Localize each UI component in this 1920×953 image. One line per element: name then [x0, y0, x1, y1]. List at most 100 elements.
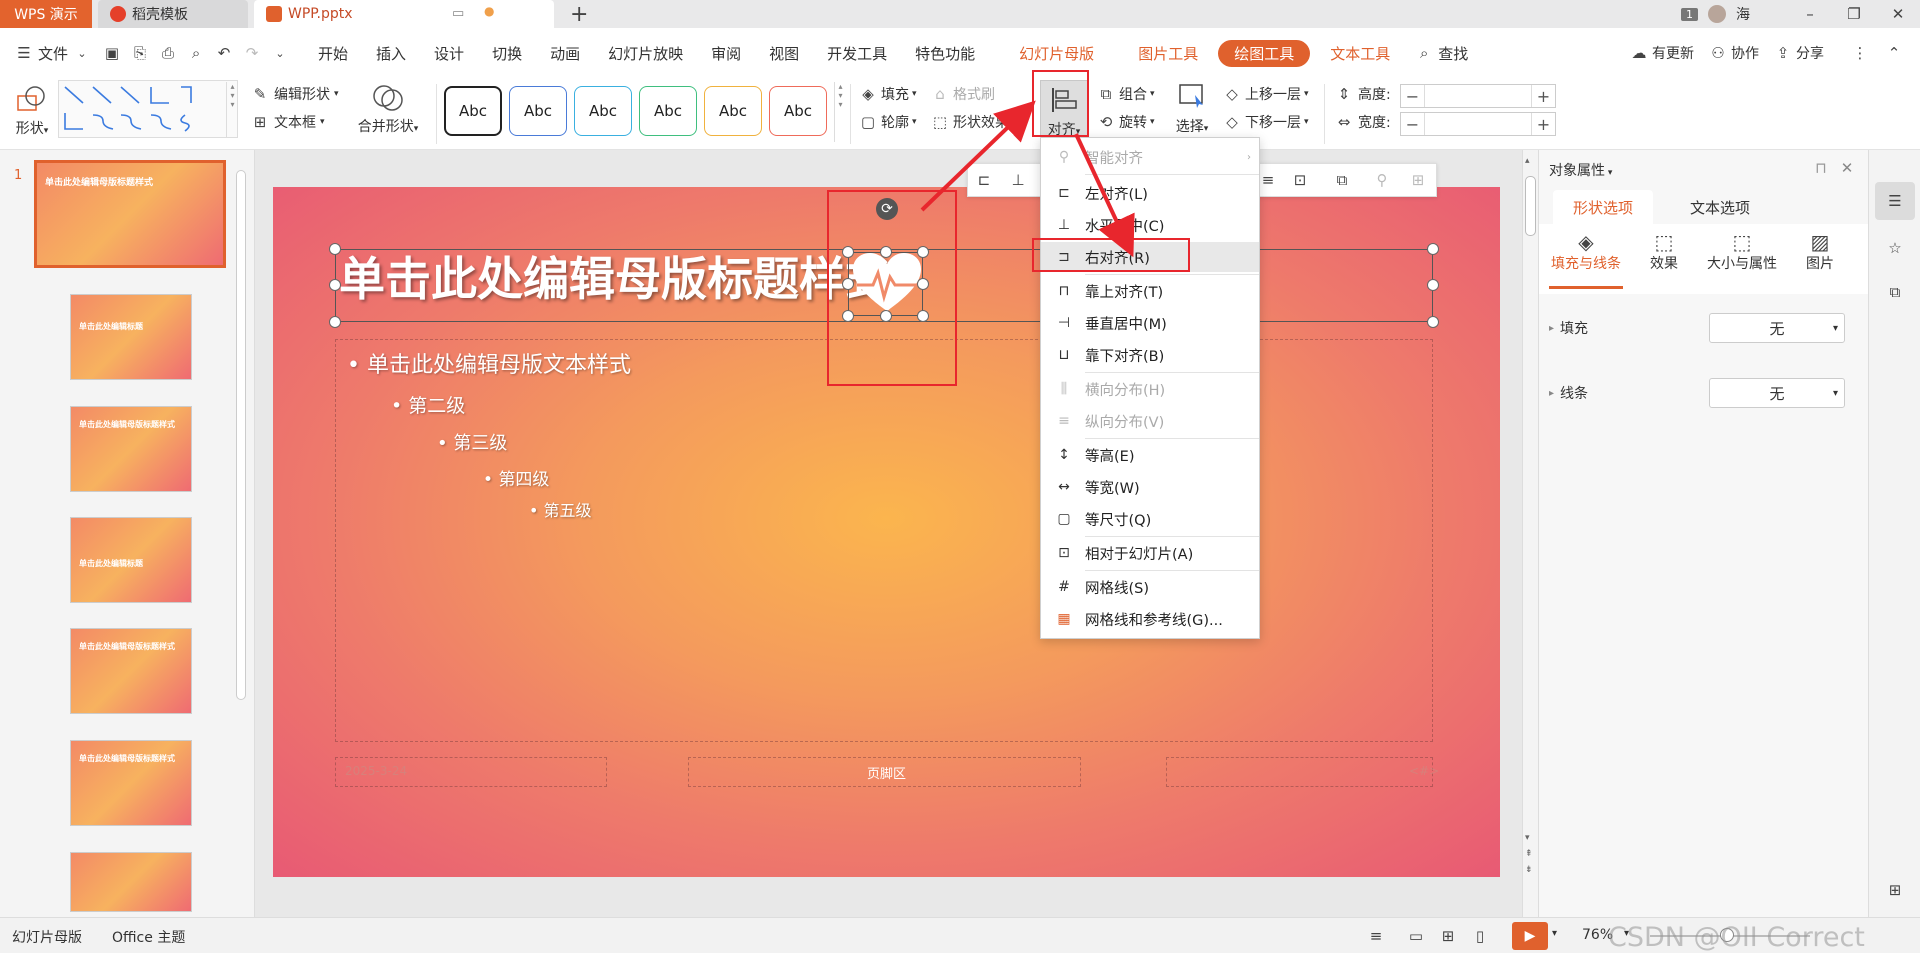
rotate-button[interactable]: ⟲ 旋转 ▾ — [1096, 112, 1155, 132]
lock-icon[interactable]: ⊓ — [1811, 158, 1831, 178]
user-name[interactable]: 海 — [1736, 4, 1750, 24]
play-options-icon[interactable]: ▾ — [1552, 928, 1557, 939]
height-input[interactable]: − + — [1400, 84, 1556, 108]
minimize-icon[interactable]: – — [1800, 4, 1820, 24]
group-button[interactable]: ⧉ 组合 ▾ — [1096, 84, 1155, 104]
style-scroll[interactable]: ▴ ▾ ▾ — [834, 82, 846, 142]
more-icon[interactable]: ⋮ — [1850, 43, 1870, 63]
menu-item-distribute-horizontal[interactable]: ⫼ 横向分布(H) — [1041, 374, 1259, 404]
width-plus-button[interactable]: + — [1531, 113, 1555, 135]
menu-item-same-size[interactable]: ▢ 等尺寸(Q) — [1041, 504, 1259, 534]
tab-insert[interactable]: 插入 — [362, 43, 420, 64]
transition-sidebar-icon[interactable]: ⧉ — [1885, 282, 1905, 302]
thumbnail-layout-4[interactable]: 单击此处编辑母版标题样式 — [70, 628, 192, 714]
play-slideshow-button[interactable]: ▶ — [1512, 922, 1548, 950]
gallery-scroll[interactable]: ▴ ▾ ▾ — [226, 82, 238, 138]
menu-item-same-width[interactable]: ↔ 等宽(W) — [1041, 472, 1259, 502]
bring-forward-button[interactable]: ◇ 上移一层 ▾ — [1222, 84, 1308, 104]
send-backward-button[interactable]: ◇ 下移一层 ▾ — [1222, 112, 1308, 132]
scroll-up-icon[interactable]: ▴ — [1525, 156, 1530, 166]
subtab-effect[interactable]: ⬚ 效果 — [1639, 230, 1689, 273]
thumbnail-layout-5[interactable]: 单击此处编辑母版标题样式 — [70, 740, 192, 826]
collaborate-button[interactable]: ⚇ 协作 — [1708, 43, 1759, 63]
update-button[interactable]: ☁ 有更新 — [1629, 43, 1695, 63]
template-tab[interactable]: 稻壳模板 — [98, 0, 248, 28]
tab-slide-master[interactable]: 幻灯片母版 — [1005, 43, 1108, 64]
quick-more-icon[interactable]: ⊞ — [1408, 170, 1428, 190]
customize-icon[interactable]: ⌄ — [270, 43, 290, 63]
tab-shape-options[interactable]: 形状选项 — [1553, 190, 1653, 224]
fill-select[interactable]: 无 ▾ — [1709, 313, 1845, 343]
width-minus-button[interactable]: − — [1401, 113, 1425, 135]
tab-animations[interactable]: 动画 — [536, 43, 594, 64]
style-preset-1[interactable]: Abc — [444, 86, 502, 136]
close-icon[interactable]: ✕ — [1888, 4, 1908, 24]
scroll-thumb[interactable] — [1525, 176, 1536, 236]
style-preset-2[interactable]: Abc — [509, 86, 567, 136]
collapse-ribbon-icon[interactable]: ⌃ — [1884, 43, 1904, 63]
panel-close-icon[interactable]: ✕ — [1837, 158, 1857, 178]
new-tab-button[interactable]: + — [554, 0, 604, 28]
preview-icon[interactable]: ⌕ — [186, 43, 206, 63]
more-tools-icon[interactable]: ⊞ — [1885, 880, 1905, 900]
animation-sidebar-icon[interactable]: ☆ — [1885, 238, 1905, 258]
height-plus-button[interactable]: + — [1531, 85, 1555, 107]
properties-sidebar-button[interactable]: ☰ — [1875, 182, 1915, 220]
file-menu[interactable]: ☰ 文件 ⌄ — [0, 43, 92, 64]
quick-distribute-icon[interactable]: ≡ — [1258, 170, 1278, 190]
tab-drawing-tools[interactable]: 绘图工具 — [1218, 39, 1311, 67]
fill-button[interactable]: ◈ 填充 ▾ — [858, 84, 916, 104]
resize-handle[interactable] — [1427, 316, 1439, 328]
subtab-picture[interactable]: ▨ 图片 — [1795, 230, 1845, 273]
menu-item-align-middle[interactable]: ⊣ 垂直居中(M) — [1041, 308, 1259, 338]
style-preset-5[interactable]: Abc — [704, 86, 762, 136]
menu-item-gridlines-guides[interactable]: ▦ 网格线和参考线(G)... — [1041, 604, 1259, 634]
style-preset-4[interactable]: Abc — [639, 86, 697, 136]
output-icon[interactable]: ⎘ — [130, 43, 150, 63]
menu-item-distribute-vertical[interactable]: ≡ 纵向分布(V) — [1041, 406, 1259, 436]
tab-transitions[interactable]: 切换 — [478, 43, 536, 64]
quick-align-center-icon[interactable]: ⊥ — [1008, 170, 1028, 190]
resize-handle[interactable] — [329, 243, 341, 255]
tab-design[interactable]: 设计 — [420, 43, 478, 64]
text-box-button[interactable]: ⊞ 文本框 ▾ — [250, 112, 325, 132]
line-select[interactable]: 无 ▾ — [1709, 378, 1845, 408]
thumbnail-layout-1[interactable]: 单击此处编辑标题 — [70, 294, 192, 380]
tab-developer[interactable]: 开发工具 — [813, 43, 901, 64]
page-number-placeholder[interactable] — [1166, 757, 1433, 787]
tab-view[interactable]: 视图 — [755, 43, 813, 64]
screen-icon[interactable]: ▭ — [452, 6, 464, 21]
subtab-fill-line[interactable]: ◈ 填充与线条 — [1549, 230, 1623, 273]
outline-button[interactable]: ▢ 轮廓 ▾ — [858, 112, 917, 132]
normal-view-icon[interactable]: ▭ — [1406, 926, 1426, 946]
tab-picture-tools[interactable]: 图片工具 — [1124, 43, 1212, 64]
select-button[interactable]: 选择▾ — [1170, 82, 1214, 136]
height-minus-button[interactable]: − — [1401, 85, 1425, 107]
slide-sorter-icon[interactable]: ⊞ — [1438, 926, 1458, 946]
menu-item-gridlines[interactable]: # 网格线(S) — [1041, 572, 1259, 602]
menu-item-same-height[interactable]: ↕ 等高(E) — [1041, 440, 1259, 470]
thumbnail-layout-2[interactable]: 单击此处编辑母版标题样式 — [70, 406, 192, 492]
menu-item-relative-to-slide[interactable]: ⊡ 相对于幻灯片(A) — [1041, 538, 1259, 568]
menu-item-smart-align[interactable]: ⚲ 智能对齐 › — [1041, 142, 1259, 172]
style-preset-6[interactable]: Abc — [769, 86, 827, 136]
body-placeholder[interactable] — [335, 339, 1433, 742]
window-count-badge[interactable]: 1 — [1681, 7, 1698, 21]
undo-icon[interactable]: ↶ — [214, 43, 234, 63]
view-mode-label[interactable]: 幻灯片母版 — [12, 927, 82, 947]
restore-icon[interactable]: ❐ — [1844, 4, 1864, 24]
tab-home[interactable]: 开始 — [304, 43, 362, 64]
search-button[interactable]: ⌕ 查找 — [1414, 43, 1468, 64]
shape-gallery[interactable] — [58, 80, 238, 138]
menu-item-align-center[interactable]: ⊥ 水平居中(C) — [1041, 210, 1259, 240]
format-painter-button[interactable]: ⌂ 格式刷 — [930, 84, 995, 104]
menu-item-align-top[interactable]: ⊓ 靠上对齐(T) — [1041, 276, 1259, 306]
file-tab[interactable]: WPP.pptx ▭ ● — [254, 0, 554, 28]
quick-relative-slide-icon[interactable]: ⊡ — [1290, 170, 1310, 190]
tab-slideshow[interactable]: 幻灯片放映 — [594, 43, 697, 64]
tab-special[interactable]: 特色功能 — [901, 43, 989, 64]
resize-handle[interactable] — [329, 279, 341, 291]
menu-item-align-bottom[interactable]: ⊔ 靠下对齐(B) — [1041, 340, 1259, 370]
tab-text-options[interactable]: 文本选项 — [1665, 190, 1775, 224]
scroll-down-icons[interactable]: ▾ ⇞ ⇟ — [1525, 830, 1533, 878]
